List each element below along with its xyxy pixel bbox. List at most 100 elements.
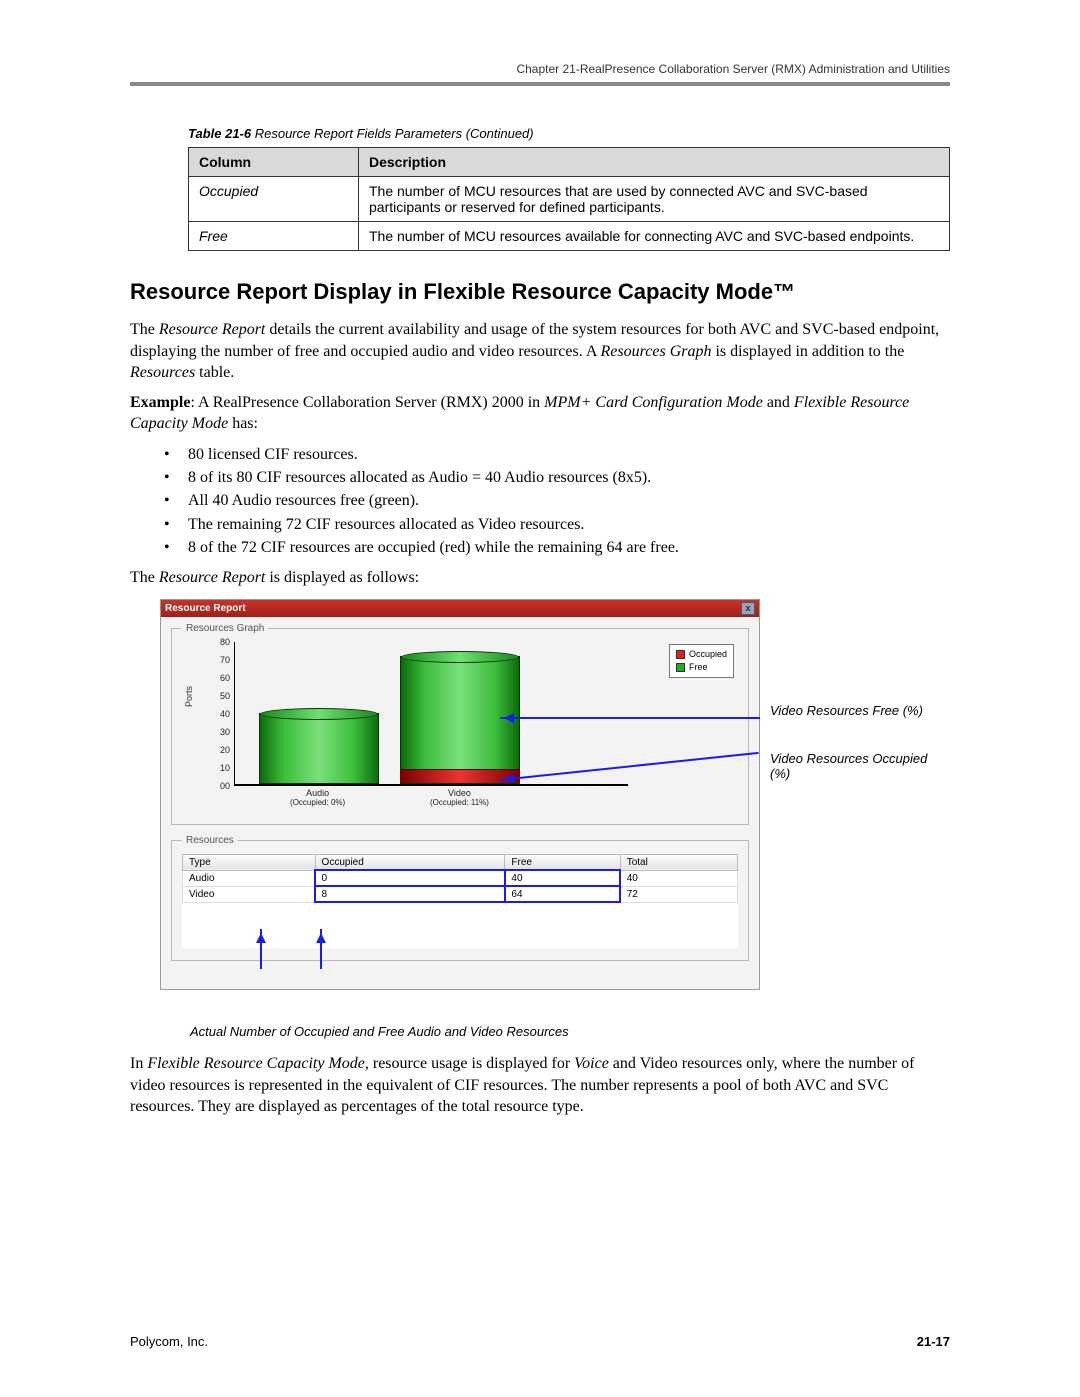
td-col: Free	[189, 222, 359, 251]
t: resources free (green).	[272, 492, 419, 509]
list-item: The remaining 72 CIF resources allocated…	[164, 513, 950, 536]
text: has:	[228, 415, 258, 432]
rt-th: Free	[505, 854, 620, 870]
t: resources are occupied (red) while the r…	[286, 539, 679, 556]
t: resources allocated as	[281, 469, 428, 486]
paragraph: The Resource Report details the current …	[130, 319, 950, 384]
t: 8	[315, 886, 505, 902]
t: Video	[478, 516, 516, 533]
rt-th: Occupied	[315, 854, 505, 870]
t: Video	[183, 886, 316, 902]
t: Audio	[232, 492, 272, 509]
t: 40	[620, 870, 737, 886]
text: : A RealPresence Collaboration Server (R…	[190, 394, 544, 411]
window-title: Resource Report	[165, 603, 246, 614]
rt-th: Type	[183, 854, 316, 870]
td-col: Occupied	[189, 177, 359, 222]
t: Flexible Resource Capacity Mode,	[147, 1055, 369, 1072]
bullet-list: 80 licensed CIF resources. 8 of its 80 C…	[130, 443, 950, 559]
table-row: Video 8 64 72	[183, 886, 738, 902]
t: Audio	[306, 788, 329, 798]
text-bold: Example	[130, 394, 190, 411]
rt-th: Total	[620, 854, 737, 870]
t: 64	[505, 886, 620, 902]
t: The remaining 72	[188, 516, 306, 533]
list-item: 8 of its 80 CIF resources allocated as A…	[164, 466, 950, 489]
t: Voice	[574, 1055, 609, 1072]
list-item: All 40 Audio resources free (green).	[164, 489, 950, 512]
y-axis-label: Ports	[184, 685, 194, 706]
arrow-up-occupied	[260, 929, 262, 969]
t: Audio	[183, 870, 316, 886]
resources-graph-fieldset: Resources Graph Ports 807060504030201000…	[171, 623, 749, 825]
t: Occupied	[689, 648, 727, 661]
t: 8 of its 80	[188, 469, 256, 486]
th-column: Column	[189, 148, 359, 177]
figure-caption: Actual Number of Occupied and Free Audio…	[190, 1024, 950, 1039]
table-caption: Table 21-6 Resource Report Fields Parame…	[188, 126, 950, 141]
t: 40	[505, 870, 620, 886]
t: CIF	[261, 539, 286, 556]
t: resources (8x5).	[544, 469, 651, 486]
chapter-header: Chapter 21-RealPresence Collaboration Se…	[130, 62, 950, 76]
t: Audio	[428, 469, 468, 486]
t: (Occupied: 0%)	[258, 798, 378, 807]
table-caption-text: Resource Report Fields Parameters (Conti…	[251, 126, 534, 141]
text-ital: MPM+ Card Configuration Mode	[544, 394, 763, 411]
td-desc: The number of MCU resources that are use…	[359, 177, 950, 222]
t: CIF	[256, 469, 281, 486]
t: All 40	[188, 492, 232, 509]
t: Video	[448, 788, 471, 798]
text: and	[763, 394, 794, 411]
t: 72	[620, 886, 737, 902]
resource-report-window: Resource Report x Resources Graph Ports …	[160, 599, 760, 991]
arrow-free	[500, 717, 760, 719]
t: 80 licensed	[188, 446, 264, 463]
params-table: Column Description Occupied The number o…	[188, 147, 950, 251]
t: CIF	[306, 516, 331, 533]
chart-area: Ports 807060504030201000 Audio(Occupied:…	[182, 642, 738, 812]
y-axis-ticks: 807060504030201000	[212, 642, 234, 786]
page-footer: Polycom, Inc. 21-17	[130, 1334, 950, 1349]
text-ital: Resources	[130, 364, 195, 381]
text-ital: Resource Report	[159, 321, 265, 338]
t: 0	[315, 870, 505, 886]
t: The	[130, 569, 159, 586]
fieldset-legend: Resources Graph	[182, 623, 268, 634]
bar-audio	[259, 713, 379, 784]
t: resources allocated as	[331, 516, 478, 533]
t: Free	[689, 661, 708, 674]
list-item: 80 licensed CIF resources.	[164, 443, 950, 466]
text: is displayed in addition to the	[711, 343, 904, 360]
t: (Occupied: 11%)	[399, 798, 519, 807]
table-row: Free The number of MCU resources availab…	[189, 222, 950, 251]
footer-page-number: 21-17	[917, 1334, 950, 1349]
t: resources.	[289, 446, 357, 463]
th-description: Description	[359, 148, 950, 177]
t: Audio	[504, 469, 544, 486]
paragraph: In Flexible Resource Capacity Mode, reso…	[130, 1053, 950, 1118]
t: CIF	[264, 446, 289, 463]
arrow-up-free	[320, 929, 322, 969]
td-desc: The number of MCU resources available fo…	[359, 222, 950, 251]
callout-occ: Video Resources Occupied (%)	[770, 751, 930, 781]
table-caption-num: Table 21-6	[188, 126, 251, 141]
figure: Resource Report x Resources Graph Ports …	[130, 599, 950, 991]
close-icon[interactable]: x	[741, 602, 755, 615]
header-rule	[130, 82, 950, 86]
footer-company: Polycom, Inc.	[130, 1334, 208, 1349]
x-axis-labels: Audio(Occupied: 0%) Video(Occupied: 11%)	[234, 788, 628, 812]
table-row: Occupied The number of MCU resources tha…	[189, 177, 950, 222]
legend-swatch-free	[676, 663, 685, 672]
t: 8 of the 72	[188, 539, 261, 556]
t: Resource Report	[159, 569, 265, 586]
paragraph: Example: A RealPresence Collaboration Se…	[130, 392, 950, 435]
t: = 40	[468, 469, 504, 486]
section-heading: Resource Report Display in Flexible Reso…	[130, 279, 950, 305]
t: resource usage is displayed for	[369, 1055, 574, 1072]
plot-area	[234, 642, 628, 786]
list-item: 8 of the 72 CIF resources are occupied (…	[164, 536, 950, 559]
t: resources.	[516, 516, 584, 533]
callout-free: Video Resources Free (%)	[770, 703, 930, 718]
chart-legend: Occupied Free	[669, 644, 734, 678]
